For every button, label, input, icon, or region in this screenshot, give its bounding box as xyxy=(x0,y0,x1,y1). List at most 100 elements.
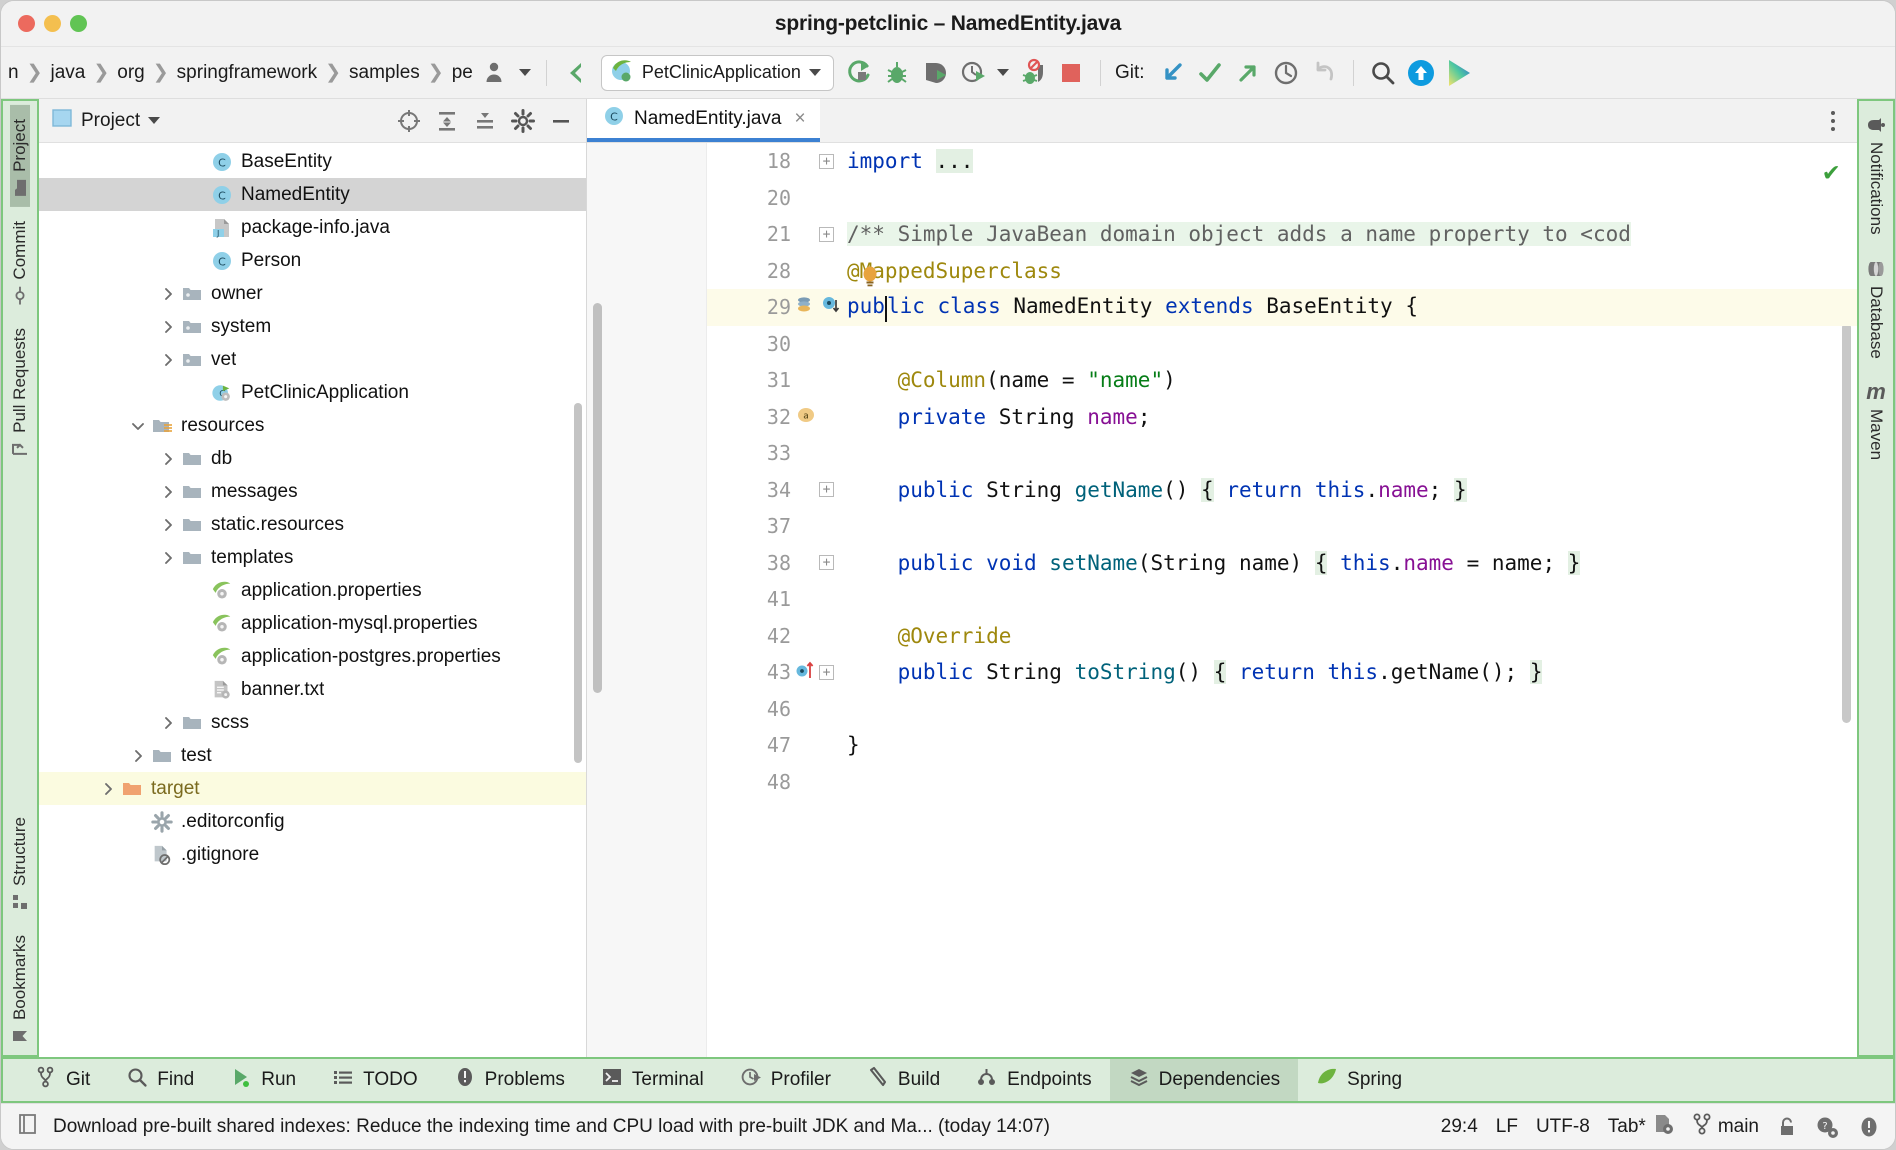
code-line[interactable]: 33 xyxy=(707,435,1857,472)
ai-assistant-icon[interactable] xyxy=(1440,56,1478,90)
code-line[interactable]: 41 xyxy=(707,581,1857,618)
line-separator[interactable]: LF xyxy=(1496,1116,1518,1138)
code-line[interactable]: 29 public class NamedEntity extends BaseE… xyxy=(707,289,1857,326)
code-line[interactable]: 34 + public String getName() { return thi… xyxy=(707,472,1857,509)
notifications-status-icon[interactable] xyxy=(1857,1115,1881,1139)
toolwindow-button-profiler[interactable]: Profiler xyxy=(722,1059,849,1101)
tree-node-templates[interactable]: templates xyxy=(39,541,586,574)
select-opened-file-icon[interactable] xyxy=(392,106,426,136)
profiler-dropdown-caret-icon[interactable] xyxy=(514,56,536,90)
chevron-right-icon[interactable] xyxy=(159,285,177,303)
profile-dropdown-caret-icon[interactable] xyxy=(992,56,1014,90)
toolwindow-button-terminal[interactable]: Terminal xyxy=(583,1059,722,1101)
code-line[interactable]: 18 + import ... xyxy=(707,143,1857,180)
tree-node-messages[interactable]: messages xyxy=(39,475,586,508)
collapse-all-icon[interactable] xyxy=(468,106,502,136)
code-line[interactable]: 31 @Column(name = "name") xyxy=(707,362,1857,399)
tree-node-system[interactable]: system xyxy=(39,310,586,343)
sidebar-item-pull-requests[interactable]: Pull Requests xyxy=(10,314,30,468)
tree-node-banner-txt[interactable]: banner.txt xyxy=(39,673,586,706)
toolwindow-button-find[interactable]: Find xyxy=(108,1059,212,1101)
tree-node-scss[interactable]: scss xyxy=(39,706,586,739)
code-line[interactable]: 30 xyxy=(707,326,1857,363)
profile-run-icon[interactable] xyxy=(954,56,992,90)
toolwindow-button-endpoints[interactable]: Endpoints xyxy=(958,1059,1110,1101)
back-arrow-icon[interactable] xyxy=(557,56,595,90)
gutter-scrollbar[interactable] xyxy=(593,303,602,693)
fold-toggle-icon[interactable]: + xyxy=(819,482,834,498)
toolwindow-button-run[interactable]: Run xyxy=(212,1059,314,1101)
breadcrumb-item[interactable]: pe xyxy=(449,62,476,84)
sidebar-item-maven[interactable]: m Maven xyxy=(1863,372,1889,474)
toolwindow-button-git[interactable]: Git xyxy=(17,1059,108,1101)
editor-gutter[interactable] xyxy=(587,143,707,1057)
inspection-profile-icon[interactable]: ? xyxy=(1815,1115,1839,1139)
tree-node-target[interactable]: target xyxy=(39,772,586,805)
code-line[interactable]: 48 xyxy=(707,764,1857,801)
git-rollback-icon[interactable] xyxy=(1305,56,1343,90)
annotation-badge[interactable]: a xyxy=(795,404,817,430)
tree-node-db[interactable]: db xyxy=(39,442,586,475)
breadcrumb-item[interactable]: org xyxy=(114,62,147,84)
breadcrumb-item[interactable]: n xyxy=(5,62,22,84)
expand-all-icon[interactable] xyxy=(430,106,464,136)
toolwindow-button-problems[interactable]: Problems xyxy=(436,1059,583,1101)
breadcrumb-item[interactable]: samples xyxy=(346,62,423,84)
overridden-icon[interactable] xyxy=(795,294,817,320)
git-push-icon[interactable] xyxy=(1229,56,1267,90)
chevron-right-icon[interactable] xyxy=(159,318,177,336)
tab-namedentity-java[interactable]: C NamedEntity.java × xyxy=(587,99,820,142)
chevron-down-icon[interactable] xyxy=(129,417,147,435)
editor-options-icon[interactable] xyxy=(1819,110,1847,131)
toolwindow-button-spring[interactable]: Spring xyxy=(1298,1059,1420,1101)
close-window-button[interactable] xyxy=(18,15,35,32)
sidebar-item-bookmarks[interactable]: Bookmarks xyxy=(10,921,30,1055)
settings-gear-icon[interactable] xyxy=(506,106,540,136)
chevron-right-icon[interactable] xyxy=(159,450,177,468)
code-line[interactable]: 38 + public void setName(String name) { t… xyxy=(707,545,1857,582)
fold-toggle-icon[interactable]: + xyxy=(819,555,834,571)
run-with-coverage-icon[interactable] xyxy=(916,56,954,90)
tree-node-application-properties[interactable]: application.properties xyxy=(39,574,586,607)
code-line[interactable]: 47} xyxy=(707,727,1857,764)
implemented-icon[interactable] xyxy=(820,294,842,320)
tree-node--editorconfig[interactable]: .editorconfig xyxy=(39,805,586,838)
tree-node-owner[interactable]: owner xyxy=(39,277,586,310)
tree-node-vet[interactable]: vet xyxy=(39,343,586,376)
code-line[interactable]: 42 @Override xyxy=(707,618,1857,655)
chevron-right-icon[interactable] xyxy=(159,351,177,369)
toolwindow-button-build[interactable]: Build xyxy=(849,1059,958,1101)
chevron-right-icon[interactable] xyxy=(159,549,177,567)
chevron-right-icon[interactable] xyxy=(99,780,117,798)
gutter-markers[interactable] xyxy=(795,659,817,685)
code-content[interactable]: ✔ 18 + import ... 20 21 +/** Simple JavaBean … xyxy=(707,143,1857,1057)
tree-node--gitignore[interactable]: .gitignore xyxy=(39,838,586,871)
debug-icon[interactable] xyxy=(878,56,916,90)
status-message[interactable]: Download pre-built shared indexes: Reduc… xyxy=(53,1116,1050,1138)
chevron-right-icon[interactable] xyxy=(159,483,177,501)
fold-toggle-icon[interactable]: + xyxy=(819,664,834,680)
breadcrumb-item[interactable]: java xyxy=(48,62,89,84)
code-line[interactable]: 21 + /** Simple JavaBean domain object add… xyxy=(707,216,1857,253)
code-line[interactable]: 28 @MappedSuperclass xyxy=(707,253,1857,290)
maximize-window-button[interactable] xyxy=(70,15,87,32)
code-editor[interactable]: ✔ 18 + import ... 20 21 +/** Simple JavaBean … xyxy=(587,143,1857,1057)
file-encoding[interactable]: UTF-8 xyxy=(1536,1116,1590,1138)
breadcrumb-item[interactable]: springframework xyxy=(174,62,320,84)
stop-icon[interactable] xyxy=(1052,56,1090,90)
search-everywhere-icon[interactable] xyxy=(1364,56,1402,90)
code-line[interactable]: 46 xyxy=(707,691,1857,728)
tree-node-application-mysql-properties[interactable]: application-mysql.properties xyxy=(39,607,586,640)
git-history-icon[interactable] xyxy=(1267,56,1305,90)
read-only-lock-icon[interactable] xyxy=(1777,1116,1797,1138)
git-commit-icon[interactable] xyxy=(1191,56,1229,90)
git-branch-widget[interactable]: main xyxy=(1692,1113,1759,1141)
tree-node-test[interactable]: test xyxy=(39,739,586,772)
project-tree-scrollbar[interactable] xyxy=(574,403,582,763)
tree-node-application-postgres-properties[interactable]: application-postgres.properties xyxy=(39,640,586,673)
fold-toggle-icon[interactable]: + xyxy=(819,226,834,242)
caret-position[interactable]: 29:4 xyxy=(1441,1116,1478,1138)
project-tree[interactable]: C BaseEntity C NamedEntity Jpackage-info.jav… xyxy=(39,143,586,1057)
indent-setting[interactable]: Tab* xyxy=(1608,1113,1674,1141)
code-line[interactable]: 37 xyxy=(707,508,1857,545)
